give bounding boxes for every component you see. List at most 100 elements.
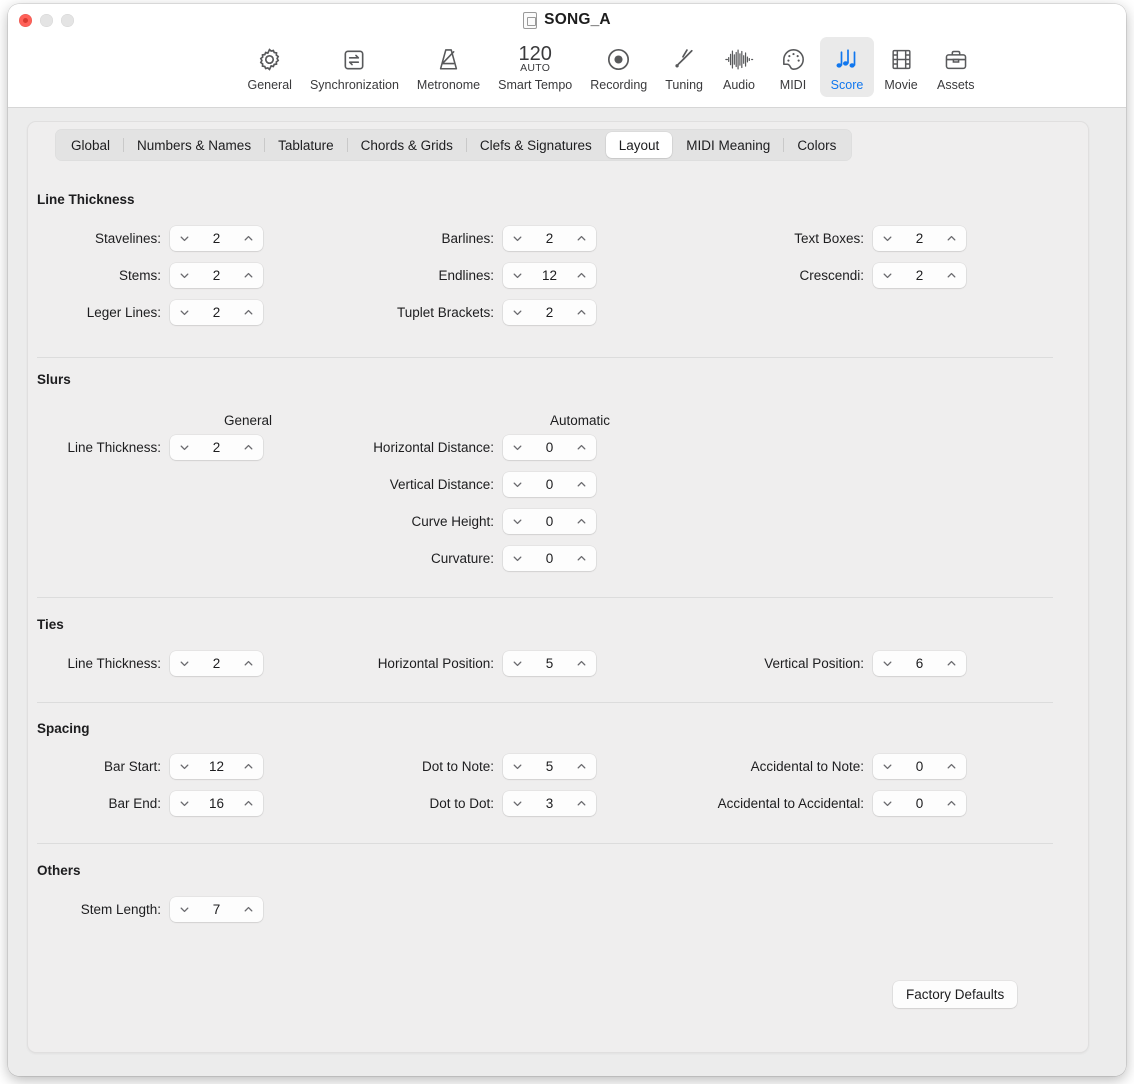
chevron-down-icon[interactable] bbox=[512, 798, 523, 809]
toolbar-item-synchronization[interactable]: Synchronization bbox=[301, 37, 408, 97]
stepper-value: 2 bbox=[915, 268, 924, 283]
stepper-text-boxes[interactable]: 2 bbox=[873, 226, 966, 251]
toolbar-item-movie[interactable]: Movie bbox=[874, 37, 928, 97]
stepper-curvature[interactable]: 0 bbox=[503, 546, 596, 571]
field-accidental-to-accidental: Accidental to Accidental: 0 bbox=[628, 791, 966, 816]
stepper-slurs-line-thickness[interactable]: 2 bbox=[170, 435, 263, 460]
tab-colors[interactable]: Colors bbox=[784, 132, 849, 158]
chevron-down-icon[interactable] bbox=[179, 904, 190, 915]
chevron-down-icon[interactable] bbox=[512, 553, 523, 564]
chevron-up-icon[interactable] bbox=[946, 270, 957, 281]
chevron-up-icon[interactable] bbox=[576, 516, 587, 527]
chevron-up-icon[interactable] bbox=[243, 270, 254, 281]
toolbar-item-recording[interactable]: Recording bbox=[581, 37, 656, 97]
chevron-up-icon[interactable] bbox=[576, 553, 587, 564]
chevron-down-icon[interactable] bbox=[179, 761, 190, 772]
chevron-up-icon[interactable] bbox=[576, 658, 587, 669]
preferences-window: SONG_A General Synchronization Metronome… bbox=[8, 4, 1126, 1076]
stepper-endlines[interactable]: 12 bbox=[503, 263, 596, 288]
chevron-down-icon[interactable] bbox=[179, 658, 190, 669]
chevron-down-icon[interactable] bbox=[882, 761, 893, 772]
chevron-down-icon[interactable] bbox=[882, 270, 893, 281]
toolbar-item-score[interactable]: Score bbox=[820, 37, 874, 97]
stepper-crescendi[interactable]: 2 bbox=[873, 263, 966, 288]
chevron-up-icon[interactable] bbox=[576, 233, 587, 244]
chevron-up-icon[interactable] bbox=[946, 233, 957, 244]
stepper-stem-length[interactable]: 7 bbox=[170, 897, 263, 922]
field-ties-horizontal-position: Horizontal Position: 5 bbox=[286, 651, 596, 676]
field-crescendi: Crescendi: 2 bbox=[628, 263, 966, 288]
chevron-down-icon[interactable] bbox=[179, 307, 190, 318]
chevron-up-icon[interactable] bbox=[243, 307, 254, 318]
chevron-down-icon[interactable] bbox=[512, 479, 523, 490]
chevron-down-icon[interactable] bbox=[179, 798, 190, 809]
stepper-barlines[interactable]: 2 bbox=[503, 226, 596, 251]
chevron-up-icon[interactable] bbox=[576, 479, 587, 490]
stepper-bar-end[interactable]: 16 bbox=[170, 791, 263, 816]
chevron-down-icon[interactable] bbox=[512, 307, 523, 318]
chevron-up-icon[interactable] bbox=[576, 442, 587, 453]
chevron-down-icon[interactable] bbox=[512, 658, 523, 669]
chevron-up-icon[interactable] bbox=[946, 798, 957, 809]
chevron-down-icon[interactable] bbox=[882, 798, 893, 809]
toolbar-item-assets[interactable]: Assets bbox=[928, 37, 984, 97]
stepper-tuplet-brackets[interactable]: 2 bbox=[503, 300, 596, 325]
factory-defaults-button[interactable]: Factory Defaults bbox=[893, 981, 1018, 1008]
toolbar-item-smart-tempo[interactable]: 120 AUTO Smart Tempo bbox=[489, 37, 581, 97]
chevron-down-icon[interactable] bbox=[512, 442, 523, 453]
chevron-down-icon[interactable] bbox=[512, 761, 523, 772]
tab-layout[interactable]: Layout bbox=[605, 132, 673, 158]
chevron-down-icon[interactable] bbox=[179, 442, 190, 453]
stepper-stems[interactable]: 2 bbox=[170, 263, 263, 288]
tab-midi-meaning[interactable]: MIDI Meaning bbox=[673, 132, 783, 158]
music-notes-icon bbox=[833, 44, 861, 75]
stepper-ties-line-thickness[interactable]: 2 bbox=[170, 651, 263, 676]
film-strip-icon bbox=[889, 44, 914, 75]
chevron-up-icon[interactable] bbox=[576, 761, 587, 772]
stepper-vertical-distance[interactable]: 0 bbox=[503, 472, 596, 497]
toolbar-item-general[interactable]: General bbox=[238, 37, 300, 97]
chevron-down-icon[interactable] bbox=[179, 270, 190, 281]
toolbar-item-metronome[interactable]: Metronome bbox=[408, 37, 489, 97]
chevron-up-icon[interactable] bbox=[576, 307, 587, 318]
toolbar-item-tuning[interactable]: Tuning bbox=[656, 37, 712, 97]
chevron-up-icon[interactable] bbox=[576, 798, 587, 809]
stepper-ties-vertical-position[interactable]: 6 bbox=[873, 651, 966, 676]
field-bar-start: Bar Start: 12 bbox=[53, 754, 263, 779]
chevron-down-icon[interactable] bbox=[512, 516, 523, 527]
chevron-down-icon[interactable] bbox=[882, 658, 893, 669]
stepper-ties-horizontal-position[interactable]: 5 bbox=[503, 651, 596, 676]
stepper-curve-height[interactable]: 0 bbox=[503, 509, 596, 534]
stepper-value: 5 bbox=[545, 656, 554, 671]
chevron-up-icon[interactable] bbox=[243, 798, 254, 809]
chevron-up-icon[interactable] bbox=[946, 761, 957, 772]
tab-numbers-and-names[interactable]: Numbers & Names bbox=[124, 132, 264, 158]
chevron-down-icon[interactable] bbox=[179, 233, 190, 244]
chevron-up-icon[interactable] bbox=[243, 442, 254, 453]
toolbar-item-midi[interactable]: MIDI bbox=[766, 37, 820, 97]
chevron-up-icon[interactable] bbox=[946, 658, 957, 669]
tab-tablature[interactable]: Tablature bbox=[265, 132, 347, 158]
stepper-value: 2 bbox=[212, 440, 221, 455]
chevron-down-icon[interactable] bbox=[512, 270, 523, 281]
stepper-accidental-to-accidental[interactable]: 0 bbox=[873, 791, 966, 816]
tab-chords-and-grids[interactable]: Chords & Grids bbox=[348, 132, 466, 158]
toolbar-item-audio[interactable]: Audio bbox=[712, 37, 766, 97]
chevron-up-icon[interactable] bbox=[243, 233, 254, 244]
stepper-leger-lines[interactable]: 2 bbox=[170, 300, 263, 325]
chevron-up-icon[interactable] bbox=[243, 761, 254, 772]
toolbar-label: Assets bbox=[937, 78, 975, 92]
tab-global[interactable]: Global bbox=[58, 132, 123, 158]
stepper-accidental-to-note[interactable]: 0 bbox=[873, 754, 966, 779]
stepper-bar-start[interactable]: 12 bbox=[170, 754, 263, 779]
stepper-dot-to-note[interactable]: 5 bbox=[503, 754, 596, 779]
chevron-up-icon[interactable] bbox=[243, 904, 254, 915]
chevron-down-icon[interactable] bbox=[512, 233, 523, 244]
chevron-up-icon[interactable] bbox=[576, 270, 587, 281]
stepper-dot-to-dot[interactable]: 3 bbox=[503, 791, 596, 816]
stepper-stavelines[interactable]: 2 bbox=[170, 226, 263, 251]
tab-clefs-and-signatures[interactable]: Clefs & Signatures bbox=[467, 132, 605, 158]
chevron-down-icon[interactable] bbox=[882, 233, 893, 244]
chevron-up-icon[interactable] bbox=[243, 658, 254, 669]
stepper-horizontal-distance[interactable]: 0 bbox=[503, 435, 596, 460]
